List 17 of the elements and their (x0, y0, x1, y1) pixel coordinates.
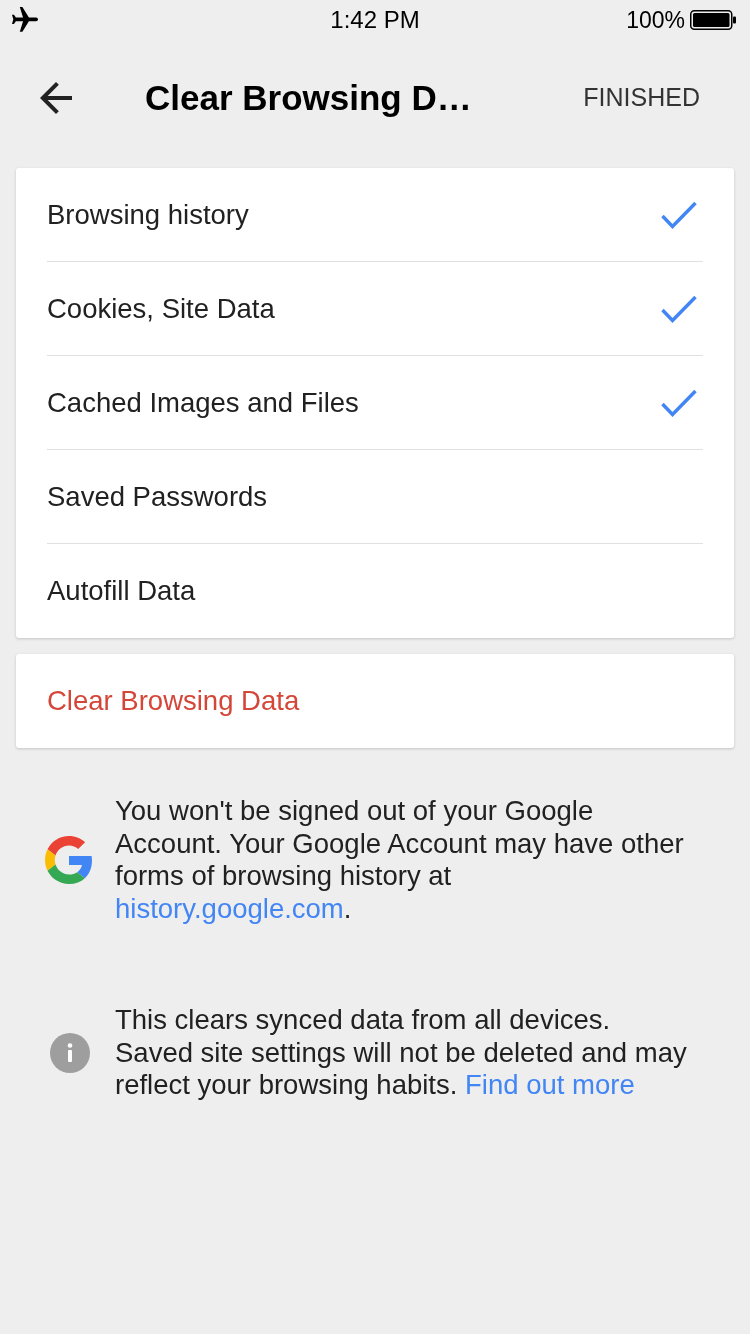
clear-data-button[interactable]: Clear Browsing Data (16, 654, 734, 748)
checkbox-row[interactable]: Autofill Data (47, 544, 703, 638)
checkbox-row[interactable]: Cached Images and Files (47, 356, 703, 450)
sync-note: This clears synced data from all devices. Saved site settings will not be deleted and may reflect your browsing habits. Find out more (115, 1004, 687, 1102)
status-time: 1:42 PM (330, 5, 420, 35)
checkbox-row[interactable]: Saved Passwords (47, 450, 703, 544)
finished-button[interactable]: FINISHED (573, 71, 710, 125)
checkbox-row[interactable]: Cookies, Site Data (47, 262, 703, 356)
google-logo-icon (45, 836, 93, 884)
account-note: You won't be signed out of your Google Account. Your Google Account may have other forms of browsing history at history.google.com. (115, 795, 684, 925)
checkbox-row[interactable]: Browsing history (47, 168, 703, 262)
airplane-icon (12, 7, 38, 33)
back-arrow-icon (40, 82, 72, 114)
page-title: Clear Browsing D… (145, 76, 473, 119)
battery-icon (690, 10, 736, 30)
battery-percentage: 100% (626, 5, 685, 35)
info-icon (50, 1032, 90, 1073)
